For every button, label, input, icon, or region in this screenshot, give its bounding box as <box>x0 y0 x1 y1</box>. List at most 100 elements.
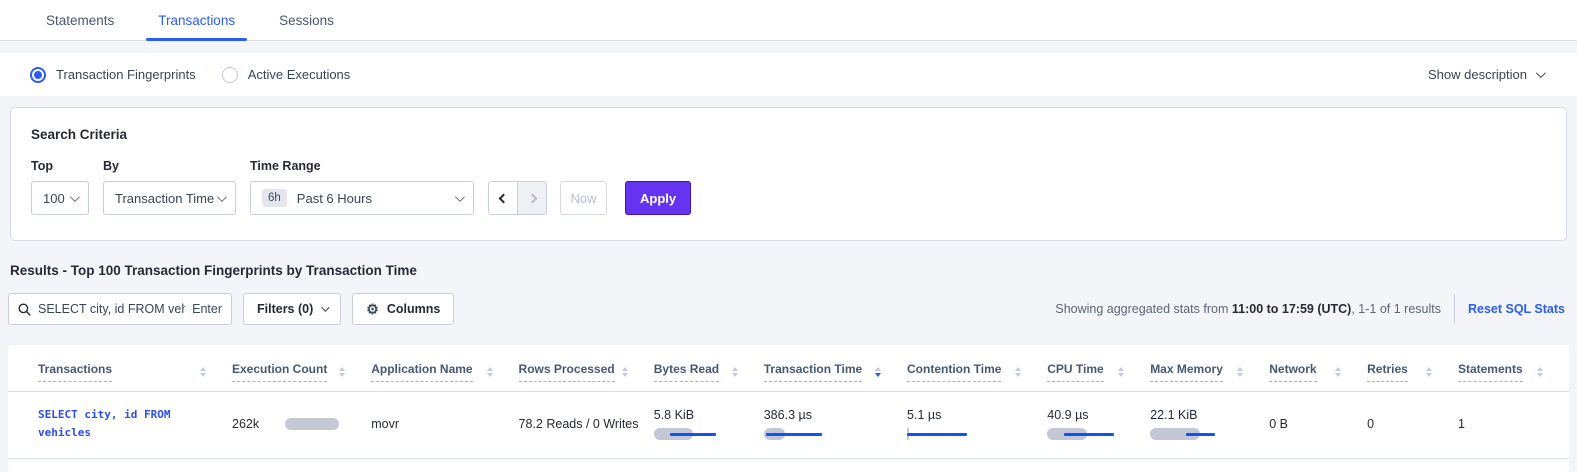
sort-icon <box>622 367 628 377</box>
sort-icon <box>732 367 738 377</box>
max-memory-bar <box>1150 428 1254 440</box>
tab-transactions[interactable]: Transactions <box>136 0 257 40</box>
chevron-down-icon <box>217 192 227 202</box>
column-header-execution-count[interactable]: Execution Count <box>232 349 371 392</box>
radio-active-executions[interactable]: Active Executions <box>222 67 351 83</box>
tab-statements[interactable]: Statements <box>24 0 136 40</box>
execution-count-bar <box>285 418 339 430</box>
chevron-right-icon <box>527 193 537 203</box>
column-header-network[interactable]: Network <box>1269 349 1367 392</box>
columns-button[interactable]: ⚙ Columns <box>352 293 454 325</box>
tab-sessions[interactable]: Sessions <box>257 0 356 40</box>
table-row: SELECT city, id FROM vehicles 262k movr … <box>8 392 1569 459</box>
cpu-time-cell: 40.9 µs <box>1047 408 1140 440</box>
execution-count-cell: 262k <box>232 417 361 431</box>
columns-label: Columns <box>387 302 440 316</box>
filters-label: Filters (0) <box>257 302 313 316</box>
chevron-down-icon <box>1536 68 1546 78</box>
top-select-value: 100 <box>43 191 65 206</box>
show-description-toggle[interactable]: Show description <box>1428 67 1547 82</box>
statements-cell: 1 <box>1458 392 1569 459</box>
results-heading: Results - Top 100 Transaction Fingerprin… <box>10 263 1577 278</box>
divider <box>1454 294 1455 324</box>
top-field: Top 100 <box>31 159 89 215</box>
column-header-rows-processed[interactable]: Rows Processed <box>519 349 654 392</box>
show-description-label: Show description <box>1428 67 1527 82</box>
transaction-fingerprint-link[interactable]: SELECT city, id FROM vehicles <box>38 406 210 442</box>
retries-cell: 0 <box>1367 392 1458 459</box>
sort-icon <box>1426 367 1432 377</box>
radio-label: Active Executions <box>248 67 351 82</box>
contention-time-cell: 5.1 µs <box>907 408 1037 440</box>
time-window-pager <box>488 181 547 215</box>
by-select-value: Transaction Time <box>115 191 214 206</box>
previous-time-window-button[interactable] <box>488 181 518 215</box>
table-header-row: Transactions Execution Count Application… <box>8 349 1569 392</box>
application-name-cell: movr <box>371 392 518 459</box>
chevron-down-icon <box>70 192 80 202</box>
column-header-application-name[interactable]: Application Name <box>371 349 518 392</box>
column-header-bytes-read[interactable]: Bytes Read <box>654 349 764 392</box>
now-button[interactable]: Now <box>560 181 607 215</box>
by-label: By <box>103 159 236 173</box>
bytes-read-cell: 5.8 KiB <box>654 408 754 440</box>
max-memory-cell: 22.1 KiB <box>1150 408 1259 440</box>
page-tabbar: Statements Transactions Sessions <box>0 0 1577 41</box>
filters-button[interactable]: Filters (0) <box>243 293 341 325</box>
search-input[interactable] <box>38 302 185 316</box>
radio-unselected-icon <box>222 67 238 83</box>
next-time-window-button[interactable] <box>517 181 547 215</box>
sort-icon <box>1335 367 1341 377</box>
results-table-card: Transactions Execution Count Application… <box>8 345 1569 472</box>
transactions-table: Transactions Execution Count Application… <box>8 349 1569 459</box>
by-field: By Transaction Time <box>103 159 236 215</box>
view-toggle-band: Transaction Fingerprints Active Executio… <box>0 53 1577 96</box>
sort-icon <box>875 367 881 377</box>
by-select[interactable]: Transaction Time <box>103 181 236 215</box>
aggregated-stats-text: Showing aggregated stats from 11:00 to 1… <box>1055 302 1441 316</box>
column-header-max-memory[interactable]: Max Memory <box>1150 349 1269 392</box>
column-header-transaction-time[interactable]: Transaction Time <box>764 349 907 392</box>
sort-icon <box>1015 367 1021 377</box>
search-box[interactable]: Enter <box>8 293 232 325</box>
chevron-down-icon <box>455 192 465 202</box>
search-criteria-title: Search Criteria <box>31 127 1546 142</box>
radio-label: Transaction Fingerprints <box>56 67 196 82</box>
bytes-read-bar <box>654 428 758 440</box>
radio-selected-icon <box>30 67 46 83</box>
reset-sql-stats-link[interactable]: Reset SQL Stats <box>1468 302 1565 316</box>
sort-icon <box>487 367 493 377</box>
column-header-transactions[interactable]: Transactions <box>8 349 232 392</box>
chevron-left-icon <box>498 193 508 203</box>
time-range-field: Time Range 6h Past 6 Hours <box>250 159 474 215</box>
top-select[interactable]: 100 <box>31 181 89 215</box>
results-controls-row: Enter Filters (0) ⚙ Columns Showing aggr… <box>8 293 1567 325</box>
radio-transaction-fingerprints[interactable]: Transaction Fingerprints <box>30 67 196 83</box>
rows-processed-cell: 78.2 Reads / 0 Writes <box>519 392 654 459</box>
stats-time-range: 11:00 to 17:59 (UTC) <box>1232 302 1351 316</box>
chevron-down-icon <box>321 303 329 311</box>
column-header-cpu-time[interactable]: CPU Time <box>1047 349 1150 392</box>
search-icon <box>18 303 31 316</box>
time-range-label: Time Range <box>250 159 474 173</box>
apply-button[interactable]: Apply <box>625 181 691 215</box>
sort-icon <box>1237 367 1243 377</box>
contention-time-bar <box>907 428 1011 440</box>
transaction-time-bar <box>764 428 868 440</box>
column-header-retries[interactable]: Retries <box>1367 349 1458 392</box>
time-range-select[interactable]: 6h Past 6 Hours <box>250 181 474 215</box>
column-header-statements[interactable]: Statements <box>1458 349 1569 392</box>
sort-icon <box>1118 367 1124 377</box>
column-header-contention-time[interactable]: Contention Time <box>907 349 1047 392</box>
sort-icon <box>1537 367 1543 377</box>
enter-hint[interactable]: Enter <box>192 302 222 316</box>
search-criteria-card: Search Criteria Top 100 By Transaction T… <box>10 107 1567 241</box>
time-range-value: Past 6 Hours <box>297 191 372 206</box>
sort-icon <box>339 367 345 377</box>
gear-icon: ⚙ <box>366 302 379 316</box>
time-range-badge: 6h <box>262 189 287 207</box>
top-label: Top <box>31 159 89 173</box>
network-cell: 0 B <box>1269 392 1367 459</box>
sort-icon <box>200 367 206 377</box>
cpu-time-bar <box>1047 428 1151 440</box>
